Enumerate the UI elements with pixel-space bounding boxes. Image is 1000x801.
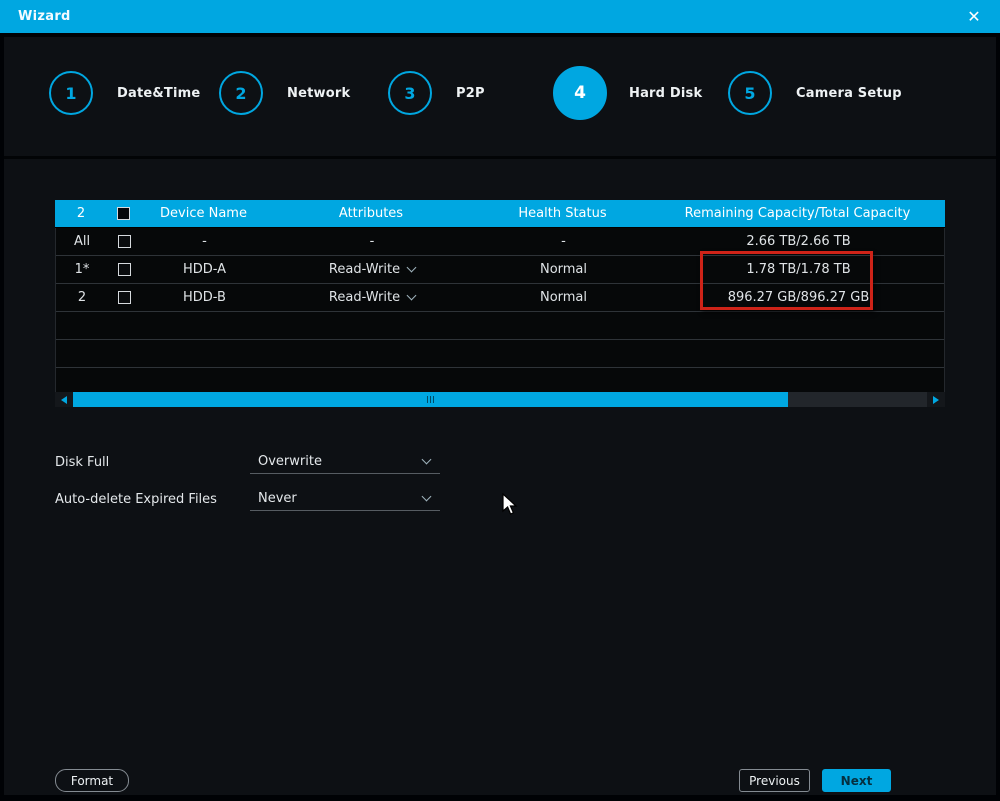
- table-horizontal-scrollbar[interactable]: [55, 392, 945, 407]
- row-attributes: -: [268, 234, 476, 249]
- step-5-circle: 5: [728, 71, 772, 115]
- scroll-right-arrow-icon[interactable]: [927, 392, 945, 407]
- row-device: HDD-B: [141, 290, 268, 305]
- table-row-hdd-a[interactable]: 1* HDD-A Read-Write Normal 1.78 TB/1.78 …: [56, 256, 944, 284]
- row-device: -: [141, 234, 268, 249]
- step-1-label: Date&Time: [117, 86, 200, 101]
- empty-row: [56, 340, 944, 368]
- row-all-checkbox[interactable]: [118, 235, 131, 248]
- step-1-circle: 1: [49, 71, 93, 115]
- scrollbar-track[interactable]: [788, 392, 927, 407]
- chevron-down-icon: [407, 263, 417, 273]
- disk-full-value: Overwrite: [258, 454, 322, 469]
- row-device: HDD-A: [141, 262, 268, 277]
- row-hdd-b-checkbox[interactable]: [118, 291, 131, 304]
- header-health-status: Health Status: [475, 206, 650, 221]
- previous-button[interactable]: Previous: [739, 769, 810, 792]
- row-id: 1*: [56, 262, 108, 277]
- row-hdd-a-checkbox[interactable]: [118, 263, 131, 276]
- disk-full-dropdown[interactable]: Overwrite: [250, 450, 440, 474]
- row-health: -: [476, 234, 651, 249]
- step-date-time[interactable]: 1 Date&Time: [49, 66, 200, 120]
- table-row-hdd-b[interactable]: 2 HDD-B Read-Write Normal 896.27 GB/896.…: [56, 284, 944, 312]
- table-row-all[interactable]: All - - - 2.66 TB/2.66 TB: [56, 228, 944, 256]
- attributes-dropdown[interactable]: Read-Write: [268, 262, 476, 277]
- row-capacity: 1.78 TB/1.78 TB: [651, 262, 946, 277]
- row-capacity: 2.66 TB/2.66 TB: [651, 234, 946, 249]
- chevron-down-icon: [422, 455, 432, 465]
- row-health: Normal: [476, 262, 651, 277]
- chevron-down-icon: [407, 291, 417, 301]
- window-titlebar: Wizard ✕: [0, 0, 1000, 33]
- header-attributes: Attributes: [267, 206, 475, 221]
- row-capacity: 896.27 GB/896.27 GB: [651, 290, 946, 305]
- empty-row: [56, 312, 944, 340]
- auto-delete-label: Auto-delete Expired Files: [55, 492, 217, 507]
- header-device-name: Device Name: [140, 206, 267, 221]
- window-title: Wizard: [18, 9, 71, 24]
- step-camera-setup[interactable]: 5 Camera Setup: [728, 66, 902, 120]
- format-button[interactable]: Format: [55, 769, 129, 792]
- step-network[interactable]: 2 Network: [219, 66, 350, 120]
- step-2-label: Network: [287, 86, 350, 101]
- header-disk-count: 2: [55, 206, 107, 221]
- disk-full-label: Disk Full: [55, 455, 109, 470]
- hdd-table: 2 Device Name Attributes Health Status R…: [55, 200, 945, 396]
- step-4-circle: 4: [553, 66, 607, 120]
- step-hard-disk-active[interactable]: 4 Hard Disk: [553, 66, 702, 120]
- hdd-table-header: 2 Device Name Attributes Health Status R…: [55, 200, 945, 228]
- close-icon[interactable]: ✕: [960, 0, 988, 33]
- step-5-label: Camera Setup: [796, 86, 902, 101]
- row-id: All: [56, 234, 108, 249]
- attributes-dropdown[interactable]: Read-Write: [268, 290, 476, 305]
- auto-delete-dropdown[interactable]: Never: [250, 487, 440, 511]
- step-3-label: P2P: [456, 86, 485, 101]
- step-4-label: Hard Disk: [629, 86, 702, 101]
- next-button[interactable]: Next: [822, 769, 891, 792]
- row-health: Normal: [476, 290, 651, 305]
- scrollbar-thumb[interactable]: [73, 392, 788, 407]
- header-capacity: Remaining Capacity/Total Capacity: [650, 206, 945, 221]
- step-2-circle: 2: [219, 71, 263, 115]
- wizard-panel: [4, 37, 996, 795]
- select-all-checkbox[interactable]: [117, 207, 130, 220]
- steps-divider: [4, 156, 996, 159]
- auto-delete-value: Never: [258, 491, 297, 506]
- row-id: 2: [56, 290, 108, 305]
- chevron-down-icon: [422, 492, 432, 502]
- hdd-table-body: All - - - 2.66 TB/2.66 TB 1* HDD-A Read-…: [55, 228, 945, 396]
- step-p2p[interactable]: 3 P2P: [388, 66, 485, 120]
- attributes-value: Read-Write: [329, 262, 400, 277]
- attributes-value: Read-Write: [329, 290, 400, 305]
- scroll-left-arrow-icon[interactable]: [55, 392, 73, 407]
- step-3-circle: 3: [388, 71, 432, 115]
